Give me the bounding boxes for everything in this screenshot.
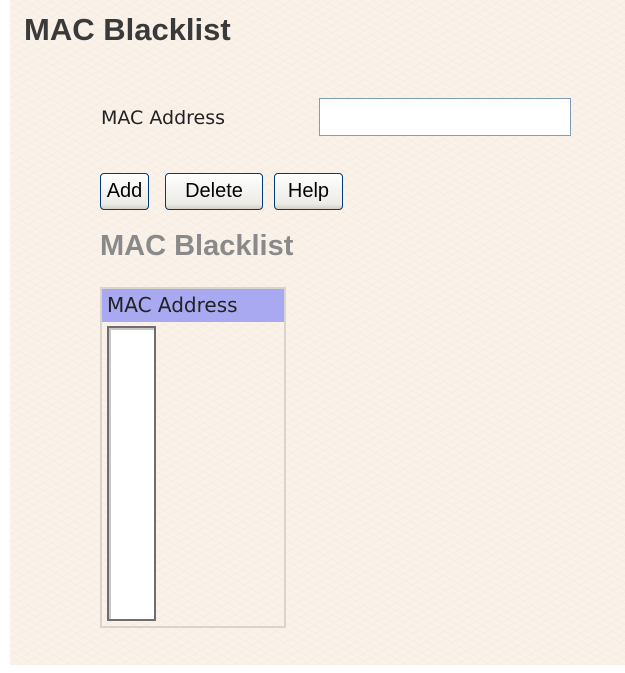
- section-title: MAC Blacklist: [100, 230, 294, 262]
- page-content: MAC Blacklist MAC Address Add Delete Hel…: [10, 0, 625, 665]
- column-header-mac-address: MAC Address: [102, 289, 284, 322]
- blacklist-listbox[interactable]: [107, 326, 156, 621]
- help-button[interactable]: Help: [274, 173, 343, 210]
- add-button[interactable]: Add: [100, 173, 149, 210]
- blacklist-table: MAC Address: [100, 287, 286, 628]
- mac-address-input[interactable]: [319, 98, 571, 136]
- page-title: MAC Blacklist: [24, 12, 231, 47]
- mac-address-label: MAC Address: [101, 107, 226, 129]
- delete-button[interactable]: Delete: [165, 173, 263, 210]
